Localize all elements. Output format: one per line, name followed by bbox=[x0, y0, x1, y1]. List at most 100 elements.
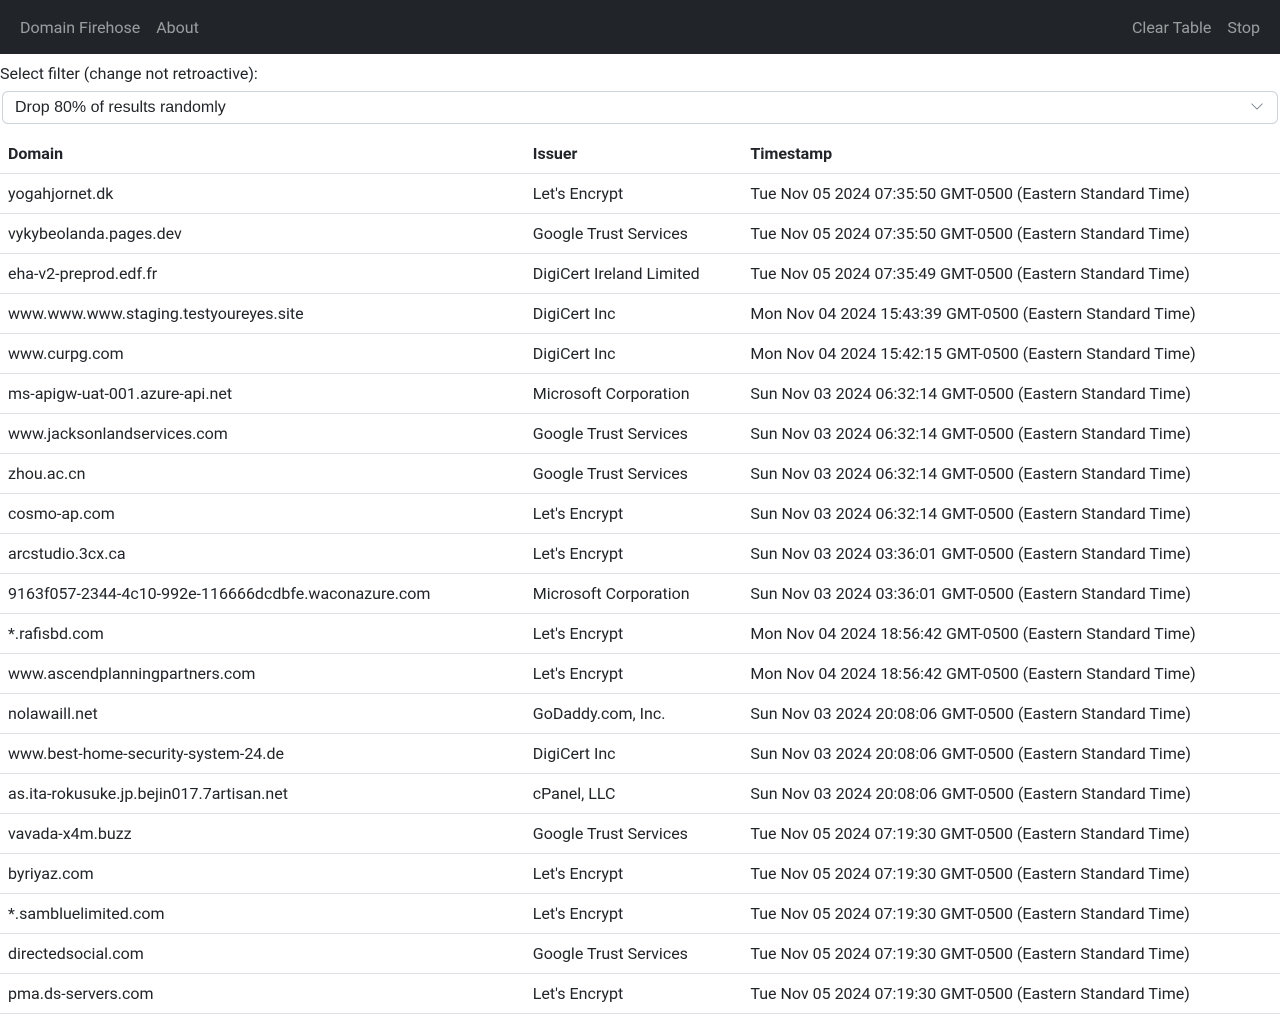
cell-issuer: Google Trust Services bbox=[525, 814, 743, 854]
cell-issuer: Let's Encrypt bbox=[525, 174, 743, 214]
cell-domain: directedsocial.com bbox=[0, 934, 525, 974]
cell-issuer: Let's Encrypt bbox=[525, 654, 743, 694]
cell-timestamp: Tue Nov 05 2024 07:19:30 GMT-0500 (Easte… bbox=[742, 974, 1280, 1014]
cell-issuer: Let's Encrypt bbox=[525, 534, 743, 574]
table-row: *.rafisbd.comLet's EncryptMon Nov 04 202… bbox=[0, 614, 1280, 654]
cell-timestamp: Tue Nov 05 2024 07:19:30 GMT-0500 (Easte… bbox=[742, 854, 1280, 894]
cell-timestamp: Sun Nov 03 2024 06:32:14 GMT-0500 (Easte… bbox=[742, 494, 1280, 534]
cell-domain: www.jacksonlandservices.com bbox=[0, 414, 525, 454]
table-row: eha-v2-preprod.edf.frDigiCert Ireland Li… bbox=[0, 254, 1280, 294]
table-row: zhou.ac.cnGoogle Trust ServicesSun Nov 0… bbox=[0, 454, 1280, 494]
cell-domain: *.rafisbd.com bbox=[0, 614, 525, 654]
table-row: www.curpg.comDigiCert IncMon Nov 04 2024… bbox=[0, 334, 1280, 374]
cell-domain: cosmo-ap.com bbox=[0, 494, 525, 534]
table-row: www.ascendplanningpartners.comLet's Encr… bbox=[0, 654, 1280, 694]
table-row: ms-apigw-uat-001.azure-api.netMicrosoft … bbox=[0, 374, 1280, 414]
table-row: pma.ds-servers.comLet's EncryptTue Nov 0… bbox=[0, 974, 1280, 1014]
cell-domain: pma.ds-servers.com bbox=[0, 974, 525, 1014]
cell-domain: yogahjornet.dk bbox=[0, 174, 525, 214]
table-row: 9163f057-2344-4c10-992e-116666dcdbfe.wac… bbox=[0, 574, 1280, 614]
cell-timestamp: Tue Nov 05 2024 07:35:50 GMT-0500 (Easte… bbox=[742, 174, 1280, 214]
cell-domain: www.ascendplanningpartners.com bbox=[0, 654, 525, 694]
cell-timestamp: Sun Nov 03 2024 20:08:06 GMT-0500 (Easte… bbox=[742, 694, 1280, 734]
cell-issuer: DigiCert Inc bbox=[525, 334, 743, 374]
cell-timestamp: Sun Nov 03 2024 03:36:01 GMT-0500 (Easte… bbox=[742, 534, 1280, 574]
cell-timestamp: Tue Nov 05 2024 07:35:50 GMT-0500 (Easte… bbox=[742, 214, 1280, 254]
cell-issuer: Google Trust Services bbox=[525, 454, 743, 494]
cell-timestamp: Sun Nov 03 2024 06:32:14 GMT-0500 (Easte… bbox=[742, 414, 1280, 454]
cell-domain: byriyaz.com bbox=[0, 854, 525, 894]
cell-issuer: Microsoft Corporation bbox=[525, 374, 743, 414]
cell-issuer: Google Trust Services bbox=[525, 414, 743, 454]
header-timestamp: Timestamp bbox=[742, 134, 1280, 174]
cell-domain: arcstudio.3cx.ca bbox=[0, 534, 525, 574]
cell-timestamp: Mon Nov 04 2024 15:42:15 GMT-0500 (Easte… bbox=[742, 334, 1280, 374]
cell-timestamp: Sun Nov 03 2024 20:08:06 GMT-0500 (Easte… bbox=[742, 734, 1280, 774]
cell-timestamp: Mon Nov 04 2024 15:43:39 GMT-0500 (Easte… bbox=[742, 294, 1280, 334]
cell-issuer: DigiCert Inc bbox=[525, 294, 743, 334]
table-row: www.www.www.staging.testyoureyes.siteDig… bbox=[0, 294, 1280, 334]
cell-issuer: Google Trust Services bbox=[525, 934, 743, 974]
header-domain: Domain bbox=[0, 134, 525, 174]
table-row: byriyaz.comLet's EncryptTue Nov 05 2024 … bbox=[0, 854, 1280, 894]
table-row: cosmo-ap.comLet's EncryptSun Nov 03 2024… bbox=[0, 494, 1280, 534]
cell-timestamp: Sun Nov 03 2024 06:32:14 GMT-0500 (Easte… bbox=[742, 454, 1280, 494]
cell-issuer: Let's Encrypt bbox=[525, 494, 743, 534]
cell-timestamp: Sun Nov 03 2024 03:36:01 GMT-0500 (Easte… bbox=[742, 574, 1280, 614]
cell-timestamp: Tue Nov 05 2024 07:19:30 GMT-0500 (Easte… bbox=[742, 814, 1280, 854]
cell-domain: zhou.ac.cn bbox=[0, 454, 525, 494]
table-row: yogahjornet.dkLet's EncryptTue Nov 05 20… bbox=[0, 174, 1280, 214]
table-row: www.jacksonlandservices.comGoogle Trust … bbox=[0, 414, 1280, 454]
table-row: directedsocial.comGoogle Trust ServicesT… bbox=[0, 934, 1280, 974]
cell-issuer: Let's Encrypt bbox=[525, 854, 743, 894]
cell-timestamp: Tue Nov 05 2024 07:19:30 GMT-0500 (Easte… bbox=[742, 894, 1280, 934]
header-issuer: Issuer bbox=[525, 134, 743, 174]
navbar: Domain Firehose About Clear Table Stop bbox=[0, 0, 1280, 54]
table-row: vavada-x4m.buzzGoogle Trust ServicesTue … bbox=[0, 814, 1280, 854]
cell-domain: as.ita-rokusuke.jp.bejin017.7artisan.net bbox=[0, 774, 525, 814]
filter-select[interactable]: Drop 80% of results randomly bbox=[2, 91, 1278, 124]
cell-issuer: Google Trust Services bbox=[525, 214, 743, 254]
cell-issuer: cPanel, LLC bbox=[525, 774, 743, 814]
table-row: as.ita-rokusuke.jp.bejin017.7artisan.net… bbox=[0, 774, 1280, 814]
table-row: nolawaill.netGoDaddy.com, Inc.Sun Nov 03… bbox=[0, 694, 1280, 734]
nav-stop[interactable]: Stop bbox=[1227, 18, 1260, 37]
cell-timestamp: Tue Nov 05 2024 07:35:49 GMT-0500 (Easte… bbox=[742, 254, 1280, 294]
table-row: *.sambluelimited.comLet's EncryptTue Nov… bbox=[0, 894, 1280, 934]
table-row: vykybeolanda.pages.devGoogle Trust Servi… bbox=[0, 214, 1280, 254]
filter-label: Select filter (change not retroactive): bbox=[0, 60, 1280, 87]
filter-section: Select filter (change not retroactive): … bbox=[0, 54, 1280, 124]
cell-domain: eha-v2-preprod.edf.fr bbox=[0, 254, 525, 294]
cell-timestamp: Mon Nov 04 2024 18:56:42 GMT-0500 (Easte… bbox=[742, 614, 1280, 654]
table-row: www.best-home-security-system-24.deDigiC… bbox=[0, 734, 1280, 774]
cell-issuer: Let's Encrypt bbox=[525, 974, 743, 1014]
cell-domain: www.curpg.com bbox=[0, 334, 525, 374]
cell-domain: 9163f057-2344-4c10-992e-116666dcdbfe.wac… bbox=[0, 574, 525, 614]
cell-domain: www.www.www.staging.testyoureyes.site bbox=[0, 294, 525, 334]
nav-clear-table[interactable]: Clear Table bbox=[1132, 18, 1211, 37]
cell-domain: www.best-home-security-system-24.de bbox=[0, 734, 525, 774]
cell-issuer: Let's Encrypt bbox=[525, 894, 743, 934]
cell-issuer: Let's Encrypt bbox=[525, 614, 743, 654]
cell-issuer: GoDaddy.com, Inc. bbox=[525, 694, 743, 734]
cell-domain: vykybeolanda.pages.dev bbox=[0, 214, 525, 254]
cell-timestamp: Sun Nov 03 2024 20:08:06 GMT-0500 (Easte… bbox=[742, 774, 1280, 814]
nav-domain-firehose[interactable]: Domain Firehose bbox=[20, 18, 140, 37]
cell-issuer: DigiCert Inc bbox=[525, 734, 743, 774]
navbar-left: Domain Firehose About bbox=[20, 18, 199, 37]
table-row: arcstudio.3cx.caLet's EncryptSun Nov 03 … bbox=[0, 534, 1280, 574]
cell-timestamp: Mon Nov 04 2024 18:56:42 GMT-0500 (Easte… bbox=[742, 654, 1280, 694]
domains-table: Domain Issuer Timestamp yogahjornet.dkLe… bbox=[0, 134, 1280, 1014]
navbar-right: Clear Table Stop bbox=[1132, 18, 1260, 37]
cell-domain: nolawaill.net bbox=[0, 694, 525, 734]
cell-issuer: Microsoft Corporation bbox=[525, 574, 743, 614]
filter-select-wrapper: Drop 80% of results randomly bbox=[2, 91, 1278, 124]
nav-about[interactable]: About bbox=[156, 18, 199, 37]
cell-issuer: DigiCert Ireland Limited bbox=[525, 254, 743, 294]
cell-timestamp: Sun Nov 03 2024 06:32:14 GMT-0500 (Easte… bbox=[742, 374, 1280, 414]
table-header-row: Domain Issuer Timestamp bbox=[0, 134, 1280, 174]
cell-timestamp: Tue Nov 05 2024 07:19:30 GMT-0500 (Easte… bbox=[742, 934, 1280, 974]
cell-domain: vavada-x4m.buzz bbox=[0, 814, 525, 854]
cell-domain: ms-apigw-uat-001.azure-api.net bbox=[0, 374, 525, 414]
cell-domain: *.sambluelimited.com bbox=[0, 894, 525, 934]
